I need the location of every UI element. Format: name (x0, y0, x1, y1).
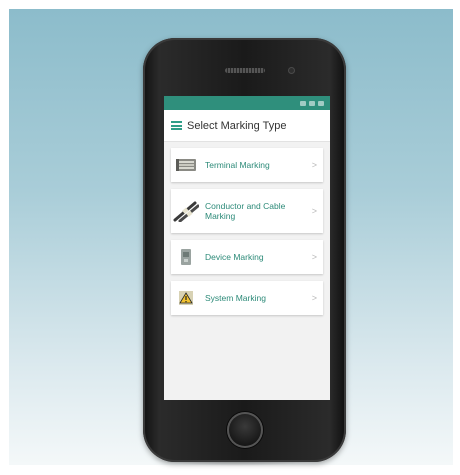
cable-marker-icon (171, 189, 201, 233)
signal-icon (300, 100, 306, 106)
list-item-system-marking[interactable]: System Marking > (171, 281, 323, 315)
front-camera (288, 67, 295, 74)
chevron-right-icon: > (311, 206, 317, 216)
item-label: Conductor and Cable Marking (205, 201, 286, 221)
app-bar: Select Marking Type (164, 110, 330, 142)
page-title: Select Marking Type (187, 119, 287, 132)
list-item-terminal-marking[interactable]: Terminal Marking > (171, 148, 323, 182)
chevron-right-icon: > (311, 252, 317, 262)
smartphone: Select Marking Type Terminal Marking > C… (143, 38, 346, 462)
item-label: Terminal Marking (205, 160, 270, 170)
status-bar (164, 96, 330, 110)
terminal-marker-icon (171, 148, 201, 182)
list-item-conductor-cable-marking[interactable]: Conductor and Cable Marking > (171, 189, 323, 233)
chevron-right-icon: > (311, 160, 317, 170)
system-warning-icon (171, 281, 201, 315)
wifi-icon (309, 100, 315, 106)
phone-screen: Select Marking Type Terminal Marking > C… (164, 96, 330, 400)
marking-type-list: Terminal Marking > Conductor and Cable M… (164, 142, 330, 315)
speaker-grille (225, 68, 265, 73)
device-marker-icon (171, 240, 201, 274)
list-item-device-marking[interactable]: Device Marking > (171, 240, 323, 274)
hamburger-menu-icon[interactable] (171, 121, 182, 130)
item-label: Device Marking (205, 252, 264, 262)
battery-icon (318, 100, 324, 106)
home-button[interactable] (227, 412, 263, 448)
chevron-right-icon: > (311, 293, 317, 303)
item-label: System Marking (205, 293, 266, 303)
